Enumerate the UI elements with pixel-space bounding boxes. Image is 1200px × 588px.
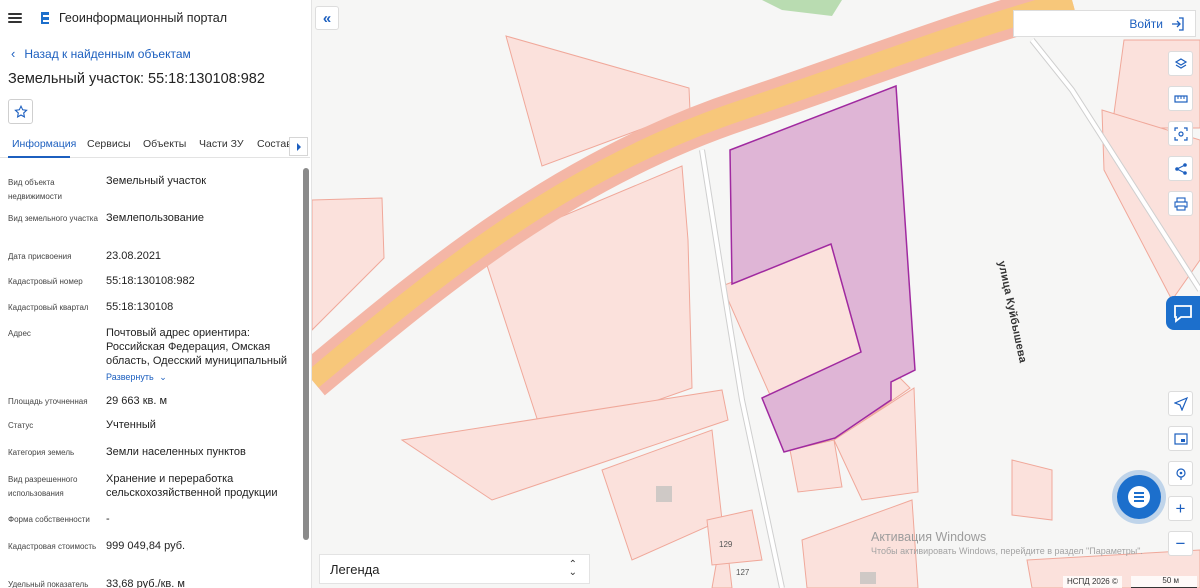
expand-link-label: Развернуть (106, 372, 154, 382)
tab-services[interactable]: Сервисы (87, 138, 131, 150)
property-label: Кадастровый номер (8, 277, 83, 286)
property-label: Форма собственности (8, 515, 90, 524)
map-layer (312, 0, 1200, 588)
map-scale-bar: 50 м (1131, 576, 1197, 588)
windows-activation-subtitle: Чтобы активировать Windows, перейдите в … (871, 546, 1143, 556)
property-value: Почтовый адрес ориентира: Российская Фед… (106, 327, 288, 367)
zoom-out-button[interactable]: − (1168, 531, 1193, 556)
caret-right-icon (296, 142, 301, 151)
property-value: Земли населенных пунктов (106, 446, 246, 458)
scale-label: 50 м (1162, 576, 1179, 585)
legend-label: Легенда (330, 561, 380, 577)
tabs-scroll-right-button[interactable] (289, 137, 308, 156)
hamburger-menu-icon[interactable] (8, 13, 22, 23)
area-select-button[interactable] (1168, 121, 1193, 146)
back-link-label: Назад к найденным объектам (24, 46, 191, 61)
property-label: Вид объекта недвижимости (8, 178, 62, 201)
main-menu-fab[interactable] (1117, 475, 1161, 519)
property-label: Вид разрешенного использования (8, 475, 78, 498)
property-label: Вид земельного участка (8, 214, 98, 223)
geolocation-icon (1173, 396, 1188, 411)
layers-button[interactable] (1168, 51, 1193, 76)
highway-buffer (312, 0, 1078, 396)
zoom-out-icon: − (1175, 534, 1186, 553)
chat-bubble-icon (1174, 305, 1192, 323)
print-button[interactable] (1168, 191, 1193, 216)
portal-logo-icon (38, 11, 52, 25)
property-label: Кадастровый квартал (8, 303, 89, 312)
sidebar-header: Геоинформационный портал (0, 0, 311, 36)
object-title: Земельный участок: 55:18:130108:982 (8, 71, 265, 87)
login-icon (1172, 16, 1184, 31)
chevron-left-icon: ‹ (11, 46, 16, 61)
property-label: Площадь уточненная (8, 397, 88, 406)
star-icon (13, 104, 28, 118)
list-menu-icon (1128, 486, 1150, 508)
green-zone (762, 0, 842, 16)
minimap-button[interactable] (1168, 426, 1193, 451)
area-select-icon (1173, 126, 1188, 141)
ruler-button[interactable] (1168, 86, 1193, 111)
ruler-icon (1173, 94, 1188, 103)
login-button[interactable]: Войти (1013, 10, 1196, 37)
property-label: Дата присвоения (8, 252, 72, 261)
active-tab-indicator (8, 156, 70, 158)
sidebar-scrollbar[interactable] (303, 168, 309, 540)
tab-objects[interactable]: Объекты (143, 138, 186, 150)
tab-parcel-parts[interactable]: Части ЗУ (199, 138, 244, 150)
double-chevron-left-icon: « (322, 9, 332, 27)
login-label: Войти (1129, 16, 1163, 31)
property-label: Адрес (8, 329, 31, 338)
building (656, 486, 672, 502)
info-sidebar: Геоинформационный портал ‹ Назад к найде… (0, 0, 312, 588)
chat-assistant-tab[interactable] (1166, 296, 1200, 330)
property-value: 23.08.2021 (106, 250, 162, 262)
app-title: Геоинформационный портал (59, 11, 228, 25)
property-value: 33,68 руб./кв. м (106, 578, 185, 588)
chevron-up-down-icon: ⌃ ⌄ (568, 559, 577, 578)
property-value: Землепользование (106, 212, 205, 224)
property-value: 55:18:130108:982 (106, 275, 195, 287)
tab-composition[interactable]: Состав (257, 138, 292, 150)
property-value: - (106, 513, 110, 525)
share-button[interactable] (1168, 156, 1193, 181)
search-location-icon (1175, 467, 1186, 480)
property-value: Земельный участок (106, 175, 207, 187)
print-icon (1173, 196, 1188, 211)
favorite-button[interactable] (8, 99, 33, 124)
zoom-in-icon: + (1175, 499, 1186, 518)
geolocation-button[interactable] (1168, 391, 1193, 416)
highway (312, 0, 1075, 388)
chevron-down-icon: ⌄ (159, 372, 167, 382)
expand-address-link[interactable]: Развернуть ⌄ (106, 372, 167, 383)
property-value: Хранение и переработка сельскохозяйствен… (106, 473, 278, 499)
minimap-icon (1173, 432, 1188, 445)
map-canvas[interactable]: улица Куйбышева 129 127 (312, 0, 1200, 588)
property-value: 29 663 кв. м (106, 395, 168, 407)
tab-information[interactable]: Информация (12, 138, 76, 150)
map-attribution: НСПД 2026 © (1063, 576, 1122, 588)
property-label: Удельный показатель (8, 580, 89, 588)
property-label: Кадастровая стоимость (8, 542, 97, 551)
layers-icon (1174, 57, 1187, 69)
house-number: 127 (736, 568, 750, 577)
info-tabs: Информация Сервисы Объекты Части ЗУ Сост… (0, 134, 310, 158)
zoom-in-button[interactable]: + (1168, 496, 1193, 521)
back-to-results-link[interactable]: ‹ Назад к найденным объектам (11, 46, 191, 61)
search-location-button[interactable] (1168, 461, 1193, 486)
property-label: Статус (8, 421, 34, 430)
property-value: Учтенный (106, 419, 156, 431)
collapse-sidebar-button[interactable]: « (315, 6, 339, 30)
property-value: 55:18:130108 (106, 301, 174, 313)
share-icon (1174, 162, 1187, 175)
house-number: 129 (719, 540, 733, 549)
property-value: 999 049,84 руб. (106, 540, 186, 552)
windows-activation-title: Активация Windows (871, 530, 987, 544)
legend-toggle[interactable]: Легенда ⌃ ⌄ (319, 554, 590, 584)
building (860, 572, 876, 584)
property-label: Категория земель (8, 448, 75, 457)
